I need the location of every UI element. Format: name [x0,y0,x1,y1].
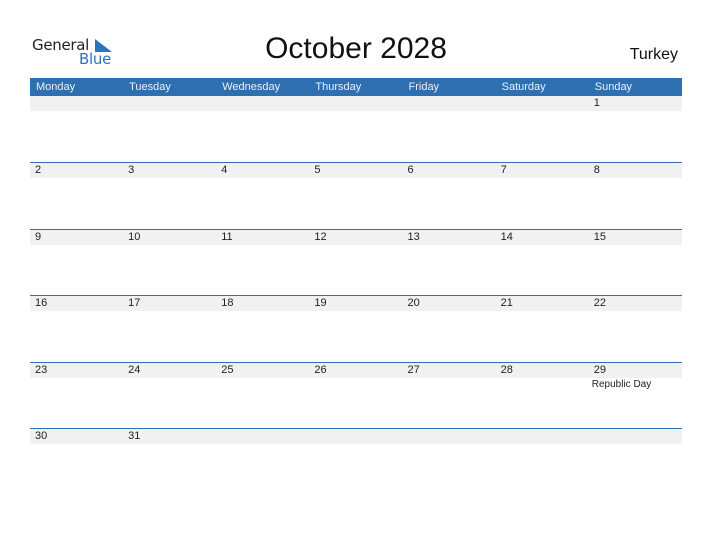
day-cell: 30 [30,429,123,444]
weekday-header: Monday Tuesday Wednesday Thursday Friday… [30,78,682,96]
date-strip: 1 [30,96,682,111]
day-cell [123,96,216,111]
day-cell: 25 [216,363,309,378]
day-number: 6 [407,164,414,176]
day-cell [309,429,402,444]
week-row: 30 31 [30,428,682,495]
day-number: 20 [407,297,420,310]
day-cell [216,429,309,444]
date-strip: 16 17 18 19 20 21 22 [30,296,682,312]
day-number: 25 [221,363,234,376]
weekday-monday: Monday [36,81,76,93]
day-cell: 27 [403,363,496,378]
weekday-saturday: Saturday [501,81,546,93]
day-number: 13 [407,230,420,243]
day-number: 19 [314,297,327,310]
day-cell: 31 [123,429,216,444]
day-cell: 12 [309,230,402,245]
day-cell: 10 [123,230,216,245]
date-strip: 30 31 [30,429,682,445]
day-cell: 2 [30,163,123,178]
day-number: 5 [314,164,321,176]
day-number: 23 [35,363,48,376]
calendar-grid: Monday Tuesday Wednesday Thursday Friday… [30,78,682,495]
day-number: 31 [128,430,141,443]
day-cell: 20 [403,296,496,311]
day-cell [30,96,123,111]
day-cell: 22 [589,296,682,311]
day-cell: 7 [496,163,589,178]
week-row: 1 [30,96,682,162]
day-number: 3 [128,164,135,176]
day-cell: 24 [123,363,216,378]
weekday-sunday: Sunday [594,81,633,93]
day-number: 14 [500,230,513,243]
day-number: 27 [407,363,420,376]
day-number: 24 [128,363,141,376]
day-cell: 11 [216,230,309,245]
calendar-title: October 2028 [265,32,447,65]
day-cell: 26 [309,363,402,378]
weekday-friday: Friday [408,81,440,93]
day-cell: 18 [216,296,309,311]
day-cell: 19 [309,296,402,311]
day-number: 17 [128,297,141,310]
day-cell: 6 [403,163,496,178]
day-cell [309,96,402,111]
week-row: 16 17 18 19 20 21 22 [30,295,682,362]
weekday-tuesday: Tuesday [129,81,171,93]
day-cell: 5 [309,163,402,178]
day-number: 22 [593,297,606,310]
day-number: 2 [35,164,42,176]
week-row: 2 3 4 5 6 7 8 [30,162,682,229]
day-number: 10 [128,230,141,243]
weekday-wednesday: Wednesday [222,81,281,93]
week-row: 9 10 11 12 13 14 15 [30,228,682,296]
day-number: 29 [593,363,606,376]
day-cell: 15 [589,230,682,245]
day-cell [496,429,589,444]
country-label: Turkey [629,46,678,63]
day-cell: 14 [496,230,589,245]
day-number: 12 [314,230,327,243]
day-number: 7 [500,164,507,176]
day-cell: 13 [403,230,496,245]
day-cell: 16 [30,296,123,311]
date-strip: 23 24 25 26 27 28 29 Republic Day [30,362,682,390]
day-cell [216,96,309,111]
weekday-thursday: Thursday [315,81,362,93]
day-number: 26 [314,363,327,376]
day-number: 11 [221,230,233,243]
day-number: 16 [35,297,48,310]
day-number: 9 [35,230,42,243]
day-cell [403,429,496,444]
date-strip: 2 3 4 5 6 7 8 [30,163,682,178]
day-cell: 23 [30,363,123,378]
day-number: 28 [500,363,513,376]
day-cell [496,96,589,111]
day-number: 15 [593,230,606,243]
day-cell [589,429,682,444]
day-cell: 9 [30,230,123,245]
day-number: 21 [500,297,513,310]
day-cell: 3 [123,163,216,178]
day-number: 8 [593,164,600,176]
day-cell: 29 Republic Day [589,363,682,390]
day-number: 4 [221,164,228,176]
week-row: 23 24 25 26 27 28 29 Republic Day [30,361,682,429]
day-number: 18 [221,297,234,310]
day-cell: 21 [496,296,589,311]
date-strip: 9 10 11 12 13 14 15 [30,229,682,245]
day-cell: 17 [123,296,216,311]
holiday-label: Republic Day [591,378,652,390]
day-cell: 4 [216,163,309,178]
day-number: 1 [593,97,600,109]
day-cell: 28 [496,363,589,378]
day-cell: 8 [589,163,682,178]
day-cell: 1 [589,96,682,111]
day-cell [403,96,496,111]
day-number: 30 [35,430,48,443]
